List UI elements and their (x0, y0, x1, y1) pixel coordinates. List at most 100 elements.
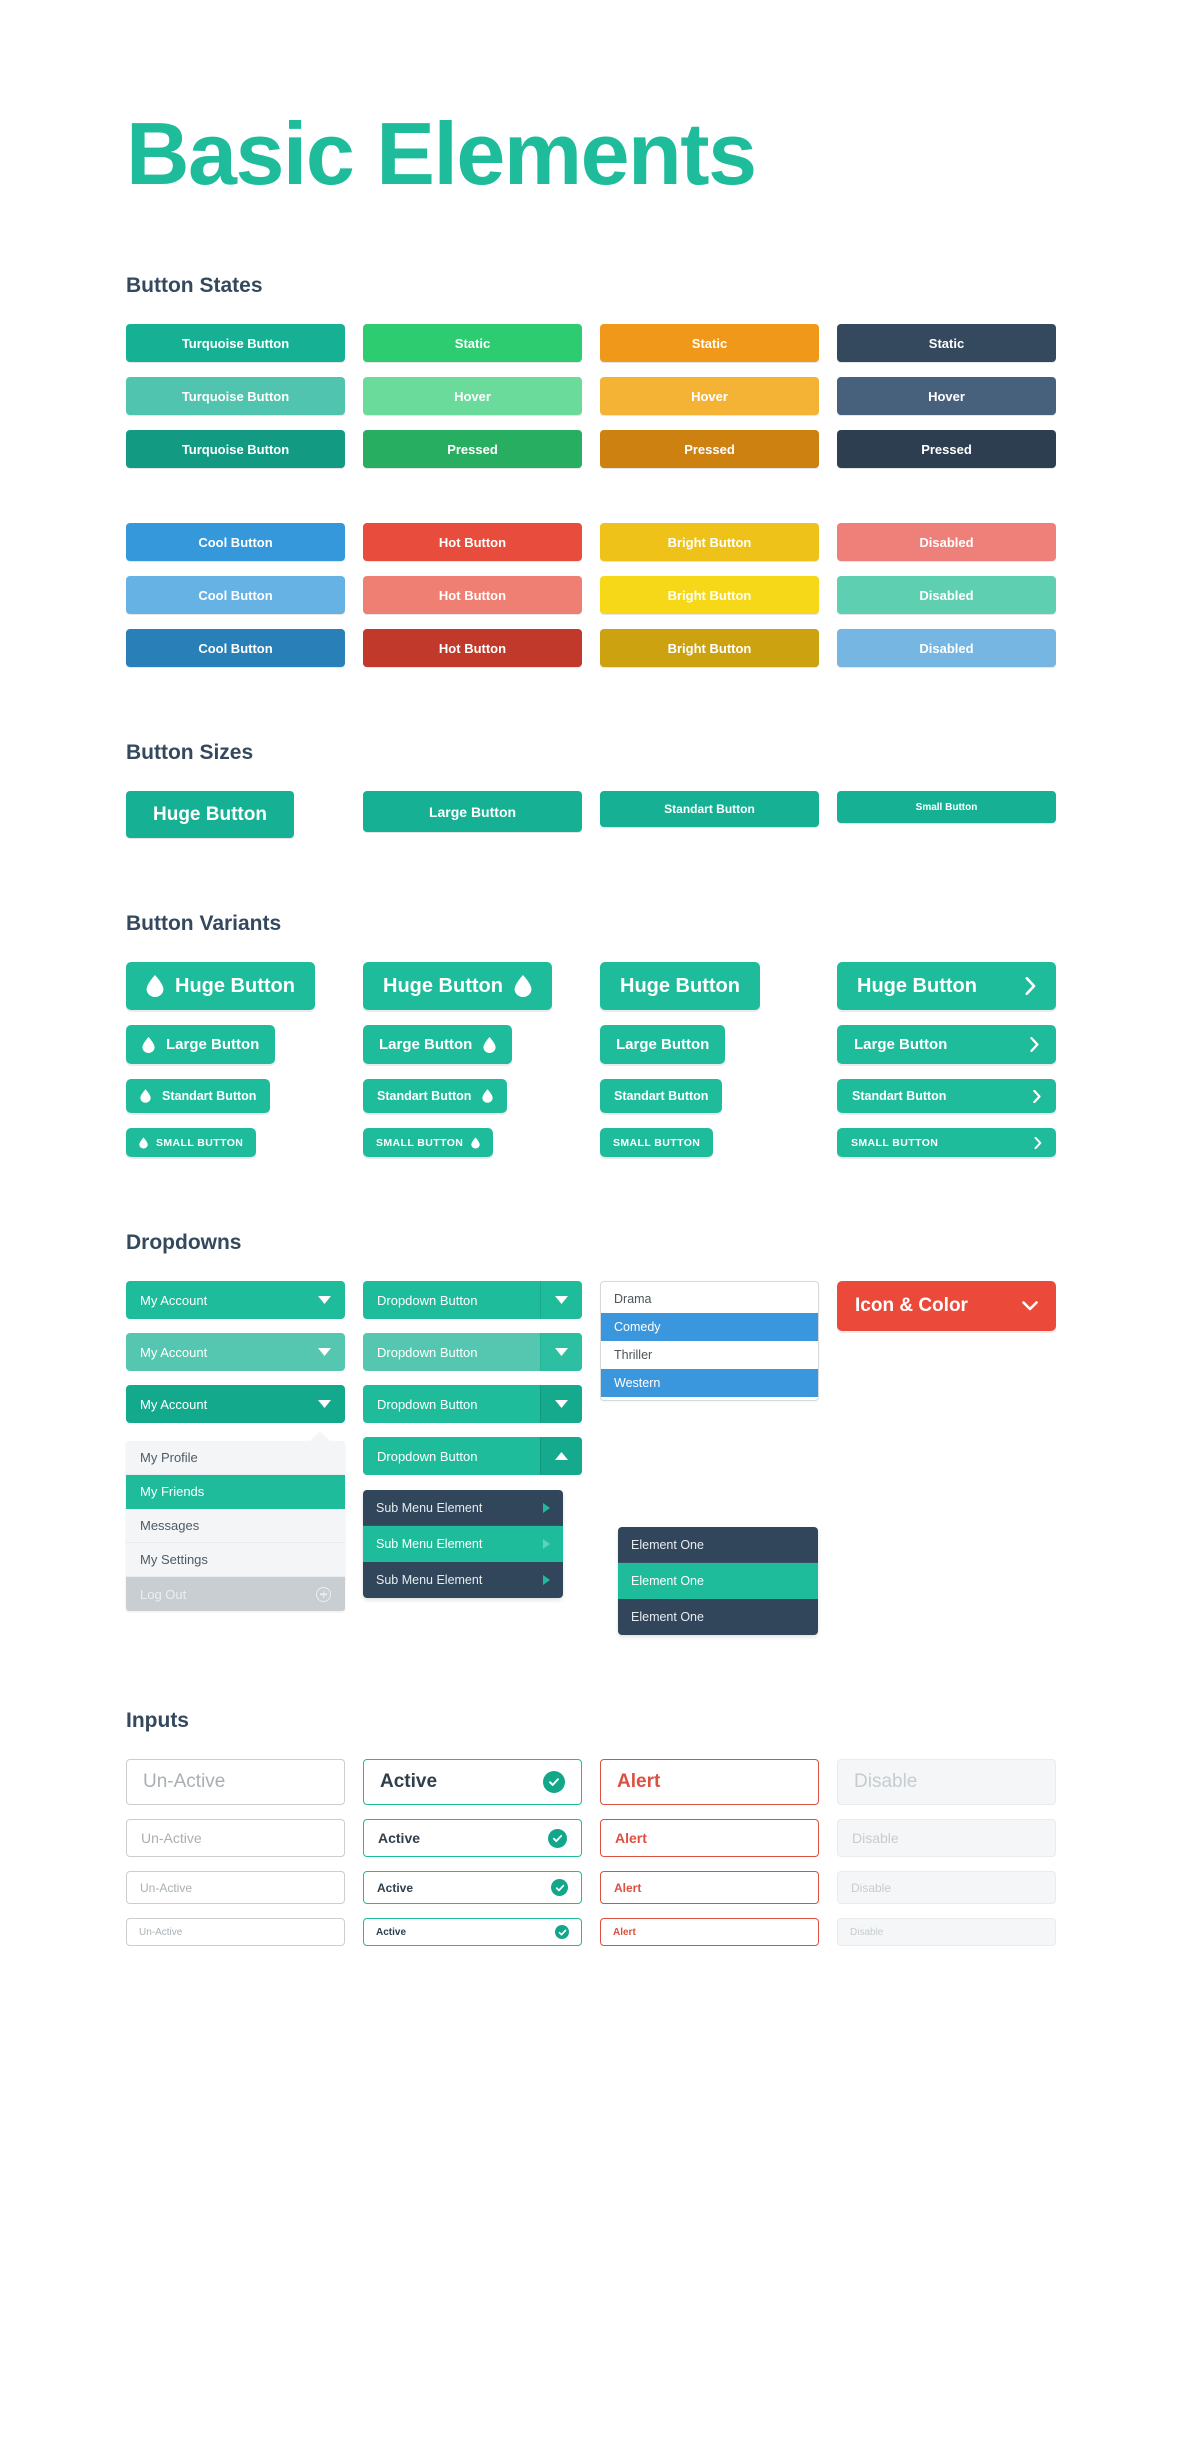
input-alert-large[interactable]: Alert (600, 1819, 819, 1858)
input-unactive-small[interactable]: Un-Active (126, 1918, 345, 1947)
variant-standart-arrow[interactable]: Standart Button (837, 1079, 1056, 1114)
button-green-pressed[interactable]: Pressed (363, 430, 582, 469)
dropdown-my-account-static[interactable]: My Account (126, 1281, 345, 1320)
button-size-standart[interactable]: Standart Button (600, 791, 819, 828)
button-turquoise-hover[interactable]: Turquoise Button (126, 377, 345, 416)
dropdown-split-static[interactable]: Dropdown Button (363, 1281, 582, 1320)
button-green-hover[interactable]: Hover (363, 377, 582, 416)
variant-small-icon-right[interactable]: SMALL BUTTON (363, 1128, 494, 1158)
button-orange-hover[interactable]: Hover (600, 377, 819, 416)
icon-and-color-button[interactable]: Icon & Color (837, 1281, 1056, 1332)
button-orange-pressed[interactable]: Pressed (600, 430, 819, 469)
page-title: Basic Elements (126, 104, 757, 203)
menu-item-my-profile[interactable]: My Profile (126, 1441, 345, 1476)
variant-large-icon-left[interactable]: Large Button (126, 1025, 276, 1065)
button-bright-static[interactable]: Bright Button (600, 523, 819, 562)
dropdown-split-pressed[interactable]: Dropdown Button (363, 1385, 582, 1424)
button-cool-hover[interactable]: Cool Button (126, 576, 345, 615)
dropdown-split-label: Dropdown Button (377, 1396, 478, 1412)
button-dark-static[interactable]: Static (837, 324, 1056, 363)
menu-item-my-friends[interactable]: My Friends (126, 1475, 345, 1510)
variant-huge-icon-right[interactable]: Huge Button (363, 962, 552, 1011)
water-drop-icon (471, 1137, 480, 1149)
input-value: Active (380, 1771, 438, 1793)
variant-standart-icon-left[interactable]: Standart Button (126, 1079, 271, 1114)
section-dropdowns: Dropdowns My Account My Account My Accou… (0, 1231, 1200, 1636)
variant-label: Huge Button (857, 974, 977, 997)
variant-standart-icon-right[interactable]: Standart Button (363, 1079, 508, 1114)
input-unactive-standart[interactable]: Un-Active (126, 1871, 345, 1905)
input-active-large[interactable]: Active (363, 1819, 582, 1858)
variant-small-plain[interactable]: SMALL BUTTON (600, 1128, 714, 1158)
dropdown-split-hover[interactable]: Dropdown Button (363, 1333, 582, 1372)
button-variants-row-standart: Standart Button Standart Button Standart… (126, 1079, 1200, 1114)
variant-label: Standart Button (852, 1089, 947, 1104)
button-disabled-red: Disabled (837, 523, 1056, 562)
input-active-standart[interactable]: Active (363, 1871, 582, 1905)
caret-down-icon (555, 1400, 568, 1409)
sub-menu-item-1[interactable]: Sub Menu Element (363, 1490, 563, 1527)
button-bright-pressed[interactable]: Bright Button (600, 629, 819, 668)
select-option-drama[interactable]: Drama (601, 1285, 818, 1313)
input-alert-huge[interactable]: Alert (600, 1759, 819, 1806)
inputs-row-standart: Un-Active Active Alert Disable (126, 1871, 1200, 1905)
button-cool-pressed[interactable]: Cool Button (126, 629, 345, 668)
variant-large-icon-right[interactable]: Large Button (363, 1025, 513, 1065)
variant-label: Large Button (166, 1036, 260, 1054)
section-title-button-variants: Button Variants (126, 912, 282, 936)
variant-large-plain[interactable]: Large Button (600, 1025, 726, 1065)
button-turquoise-pressed[interactable]: Turquoise Button (126, 430, 345, 469)
input-active-huge[interactable]: Active (363, 1759, 582, 1806)
select-option-western[interactable]: Western (601, 1369, 818, 1398)
nested-menu-item-3[interactable]: Element One (618, 1599, 818, 1635)
input-unactive-huge[interactable]: Un-Active (126, 1759, 345, 1806)
select-option-thriller[interactable]: Thriller (601, 1341, 818, 1369)
input-value: Alert (615, 1830, 647, 1847)
dropdown-split-open[interactable]: Dropdown Button (363, 1437, 582, 1476)
button-bright-hover[interactable]: Bright Button (600, 576, 819, 615)
variant-label: Large Button (379, 1036, 473, 1054)
input-value: Active (376, 1926, 407, 1938)
input-unactive-large[interactable]: Un-Active (126, 1819, 345, 1858)
dropdown-my-account-hover[interactable]: My Account (126, 1333, 345, 1372)
variant-small-arrow[interactable]: SMALL BUTTON (837, 1128, 1056, 1158)
button-cool-static[interactable]: Cool Button (126, 523, 345, 562)
button-size-huge[interactable]: Huge Button (126, 791, 294, 839)
button-dark-hover[interactable]: Hover (837, 377, 1056, 416)
nested-menu: Element One Element One Element One (618, 1527, 818, 1636)
nested-menu-item-2[interactable]: Element One (618, 1563, 818, 1600)
input-value: Disable (850, 1926, 884, 1938)
variant-standart-plain[interactable]: Standart Button (600, 1079, 723, 1114)
variant-huge-plain[interactable]: Huge Button (600, 962, 760, 1011)
button-hot-hover[interactable]: Hot Button (363, 576, 582, 615)
menu-item-my-settings[interactable]: My Settings (126, 1543, 345, 1578)
genre-select-list[interactable]: Drama Comedy Thriller Western (600, 1281, 819, 1402)
sub-menu-item-2[interactable]: Sub Menu Element (363, 1526, 563, 1563)
button-hot-pressed[interactable]: Hot Button (363, 629, 582, 668)
input-alert-standart[interactable]: Alert (600, 1871, 819, 1905)
section-button-variants: Button Variants Huge Button Huge Button (0, 912, 1200, 1158)
dropdown-split-toggle[interactable] (540, 1385, 582, 1424)
select-option-comedy[interactable]: Comedy (601, 1313, 818, 1342)
input-active-small[interactable]: Active (363, 1918, 582, 1947)
dropdown-my-account-pressed[interactable]: My Account (126, 1385, 345, 1424)
menu-item-messages[interactable]: Messages (126, 1509, 345, 1544)
button-hot-static[interactable]: Hot Button (363, 523, 582, 562)
input-alert-small[interactable]: Alert (600, 1918, 819, 1947)
sub-menu-item-3[interactable]: Sub Menu Element (363, 1562, 563, 1598)
button-size-large[interactable]: Large Button (363, 791, 582, 833)
dropdown-split-toggle[interactable] (540, 1333, 582, 1372)
variant-huge-arrow[interactable]: Huge Button (837, 962, 1056, 1011)
button-size-small[interactable]: Small Button (837, 791, 1056, 824)
menu-item-label: My Profile (140, 1450, 198, 1466)
button-dark-pressed[interactable]: Pressed (837, 430, 1056, 469)
nested-menu-item-1[interactable]: Element One (618, 1527, 818, 1564)
button-orange-static[interactable]: Static (600, 324, 819, 363)
dropdown-split-toggle[interactable] (540, 1437, 582, 1476)
variant-small-icon-left[interactable]: SMALL BUTTON (126, 1128, 257, 1158)
variant-huge-icon-left[interactable]: Huge Button (126, 962, 315, 1011)
variant-large-arrow[interactable]: Large Button (837, 1025, 1056, 1065)
button-turquoise-static[interactable]: Turquoise Button (126, 324, 345, 363)
button-green-static[interactable]: Static (363, 324, 582, 363)
dropdown-split-toggle[interactable] (540, 1281, 582, 1320)
